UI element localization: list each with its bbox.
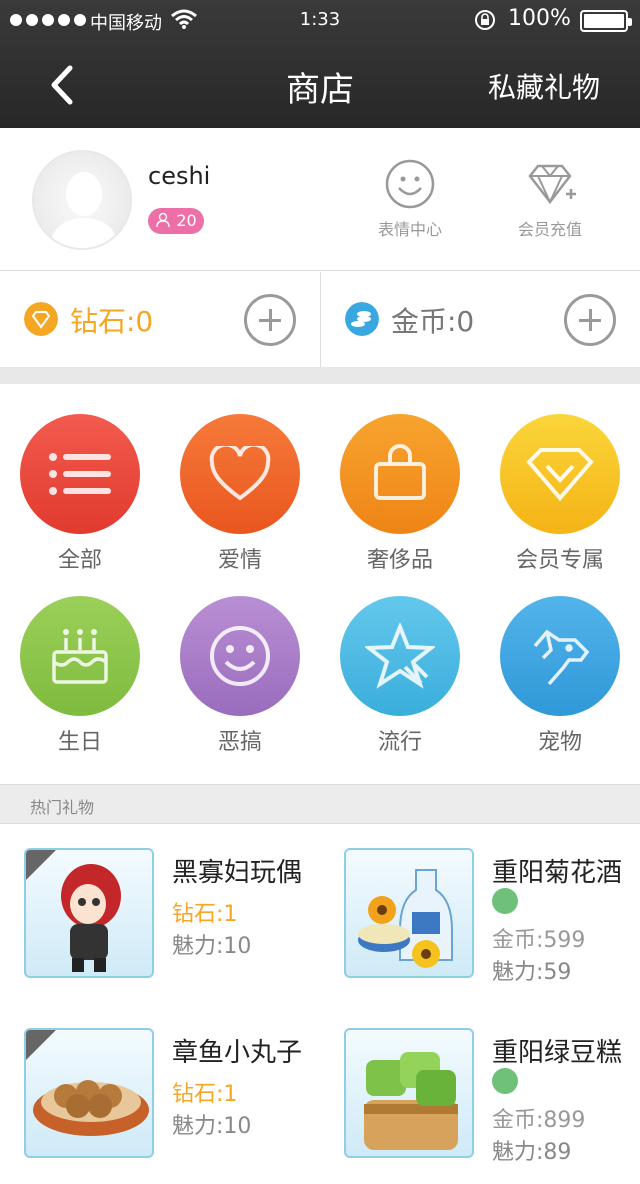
coin-balance: 金币:0 [320,272,640,367]
private-gifts-button[interactable]: 私藏礼物 [488,66,600,106]
battery-percent: 100% [508,6,571,31]
gift-name: 章鱼小丸子 [172,1038,303,1068]
avatar[interactable] [32,150,132,250]
bag-icon [340,414,460,534]
diamond-balance: 钻石:0 [0,272,320,367]
gift-list: 黑寡妇玩偶 钻石:1 魅力:10 重阳菊花酒 金币:599 魅力:59 章鱼小丸… [0,824,640,1165]
category-all[interactable]: 全部 [0,414,160,574]
section-title: 热门礼物 [30,798,95,817]
add-coin-button[interactable] [564,294,616,346]
gift-name: 黑寡妇玩偶 [172,858,303,888]
gift-image-doll [24,848,154,978]
heart-icon [180,414,300,534]
username: ceshi [148,162,211,190]
category-pet[interactable]: 宠物 [480,596,640,756]
top-bar: 中国移动 1:33 100% 商店 私藏礼物 [0,0,640,128]
diamond-balance-text: 钻石:0 [70,305,154,338]
category-label: 宠物 [537,730,582,755]
category-luxury[interactable]: 奢侈品 [320,414,480,574]
category-label: 流行 [377,730,422,755]
category-birthday[interactable]: 生日 [0,596,160,756]
gift-name: 重阳菊花酒 [492,858,623,888]
category-trending[interactable]: 流行 [320,596,480,756]
hot-gifts-header: 热门礼物 [0,784,640,824]
gift-item[interactable]: 重阳绿豆糕 金币:899 魅力:89 [320,1004,640,1184]
vip-recharge-label: 会员充值 [517,220,582,239]
gift-image-wine [344,848,474,978]
gift-item[interactable]: 黑寡妇玩偶 钻石:1 魅力:10 [0,824,320,1004]
gift-charm: 魅力:59 [492,960,572,985]
gift-charm: 魅力:10 [172,934,252,959]
list-icon [20,414,140,534]
category-label: 会员专属 [515,548,604,573]
category-love[interactable]: 爱情 [160,414,320,574]
emoji-center-label: 表情中心 [377,220,442,239]
avatar-placeholder-icon [48,172,120,248]
status-bar: 中国移动 1:33 100% [0,0,640,40]
gift-charm: 魅力:10 [172,1114,252,1139]
category-label: 爱情 [217,548,262,573]
balance-bar: 钻石:0 金币:0 [0,272,640,367]
coin-balance-text: 金币:0 [391,305,475,338]
coin-icon [345,302,379,336]
diamond-coin-icon [24,302,58,336]
gift-item[interactable]: 重阳菊花酒 金币:599 魅力:59 [320,824,640,1004]
corner-badge-icon [26,1030,56,1060]
category-label: 恶搞 [217,730,262,755]
corner-badge-icon [26,850,56,880]
gift-image-takoyaki [24,1028,154,1158]
gift-image-mungbean-cake [344,1028,474,1158]
leaf-icon [492,888,518,914]
category-grid: 全部 爱情 奢侈品 会员专属 生日 恶搞 流行 宠物 [0,384,640,784]
star-icon [340,596,460,716]
battery-icon [580,10,632,32]
user-icon [156,212,170,228]
diamond-plus-icon [528,164,576,205]
level-badge: 20 [148,208,204,234]
gift-price: 金币:599 [492,928,586,953]
emoji-center-button[interactable]: 表情中心 [360,158,460,240]
category-label: 生日 [57,730,102,755]
category-label: 奢侈品 [366,548,433,573]
gift-price: 钻石:1 [172,902,238,927]
gift-charm: 魅力:89 [492,1140,572,1165]
dog-icon [500,596,620,716]
category-vip[interactable]: 会员专属 [480,414,640,574]
gift-name: 重阳绿豆糕 [492,1038,623,1068]
gift-price: 钻石:1 [172,1082,238,1107]
gift-item[interactable]: 章鱼小丸子 钻石:1 魅力:10 [0,1004,320,1184]
divider [0,367,640,384]
leaf-icon [492,1068,518,1094]
category-prank[interactable]: 恶搞 [160,596,320,756]
category-label: 全部 [57,548,102,573]
add-diamond-button[interactable] [244,294,296,346]
level-value: 20 [176,211,197,230]
rotation-lock-icon [475,10,495,30]
smiley-icon [385,159,435,209]
cake-icon [20,596,140,716]
gift-price: 金币:899 [492,1108,586,1133]
smiley-icon [180,596,300,716]
vip-diamond-icon [500,414,620,534]
profile-card: ceshi 20 表情中心 会员充值 [0,128,640,271]
vip-recharge-button[interactable]: 会员充值 [500,158,600,240]
